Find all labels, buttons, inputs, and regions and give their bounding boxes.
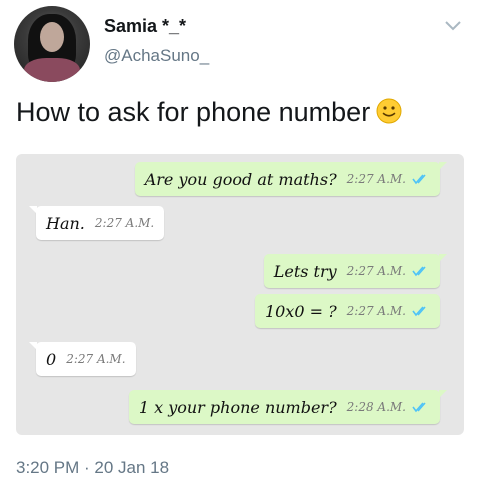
bubble-tail — [439, 390, 447, 398]
read-receipt-icon — [412, 306, 426, 317]
tweet-text-row: How to ask for phone number — [16, 97, 402, 128]
author-name[interactable]: Samia *_* — [104, 16, 186, 37]
author-handle[interactable]: @AchaSuno_ — [104, 46, 209, 66]
bubble-tail — [29, 206, 37, 214]
chat-message-outgoing: Lets try 2:27 A.M. — [263, 254, 447, 288]
bubble-tail — [439, 162, 447, 170]
message-text: 10x0 = ? — [264, 301, 337, 321]
chat-screenshot: Are you good at maths? 2:27 A.M. Han. 2:… — [16, 154, 464, 435]
bubble-tail — [29, 342, 37, 350]
tweet-timestamp[interactable]: 3:20 PM · 20 Jan 18 — [16, 458, 169, 478]
tweet-text: How to ask for phone number — [16, 97, 371, 127]
message-time: 2:27 A.M. — [66, 352, 126, 366]
read-receipt-icon — [412, 266, 426, 277]
message-text: Lets try — [273, 261, 337, 281]
message-time: 2:28 A.M. — [346, 400, 406, 414]
message-time: 2:27 A.M. — [346, 264, 406, 278]
message-text: 0 — [46, 349, 57, 369]
message-time: 2:27 A.M. — [94, 216, 155, 230]
message-text: Are you good at maths? — [144, 169, 337, 189]
chevron-down-icon[interactable] — [442, 14, 464, 36]
message-time: 2:27 A.M. — [346, 304, 406, 318]
read-receipt-icon — [412, 402, 426, 413]
chat-message-incoming: 0 2:27 A.M. — [29, 342, 136, 376]
slightly-smiling-face-icon — [376, 98, 402, 124]
chat-message-outgoing: 1 x your phone number? 2:28 A.M. — [128, 390, 447, 424]
message-text: 1 x your phone number? — [138, 397, 337, 417]
avatar-face — [40, 22, 64, 52]
message-time: 2:27 A.M. — [346, 172, 406, 186]
chat-message-outgoing: Are you good at maths? 2:27 A.M. — [134, 162, 447, 196]
avatar[interactable] — [14, 6, 90, 82]
message-text: Han. — [46, 213, 85, 233]
bubble-tail — [439, 254, 447, 262]
avatar-shirt — [24, 58, 80, 82]
chat-message-incoming: Han. 2:27 A.M. — [29, 206, 165, 240]
chat-message-outgoing: 10x0 = ? 2:27 A.M. — [254, 294, 440, 328]
read-receipt-icon — [412, 174, 426, 185]
